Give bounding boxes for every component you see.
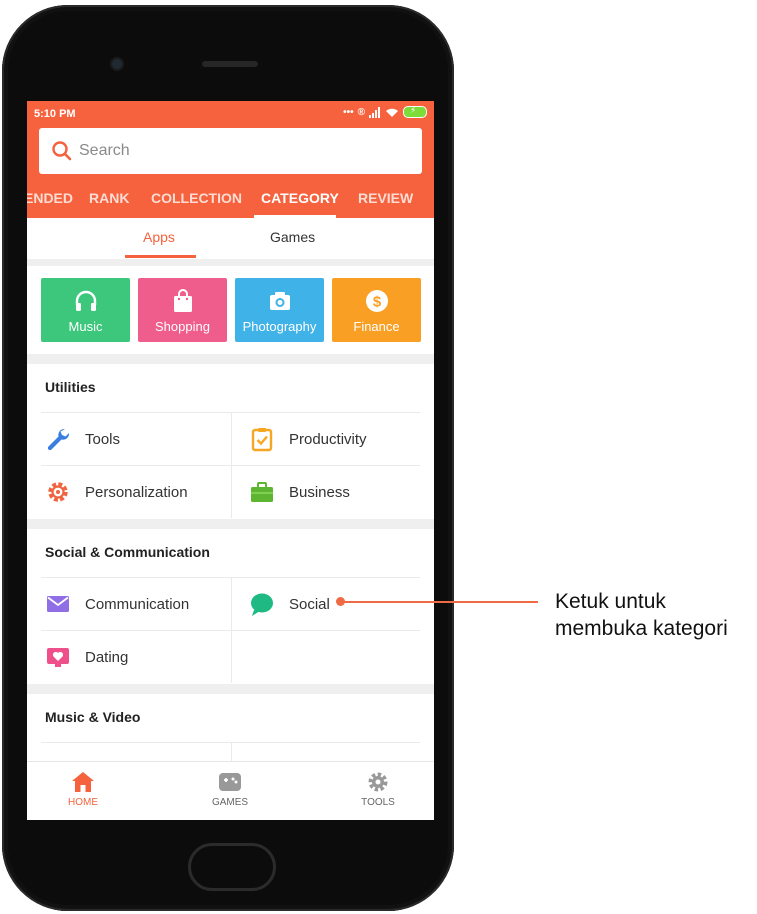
search-icon [52, 141, 72, 161]
search-placeholder: Search [79, 142, 130, 159]
shopping-bag-icon [173, 289, 192, 312]
category-label: Productivity [289, 430, 367, 448]
registered-icon: ® [357, 106, 365, 118]
category-row: Tools Productivity [41, 412, 420, 465]
callout-line-2: membuka kategori [555, 617, 728, 640]
tab-review[interactable]: REVIEW [358, 190, 413, 206]
camera-icon [269, 292, 290, 310]
callout-line-1: Ketuk untuk [555, 590, 666, 613]
gamepad-icon [219, 773, 241, 791]
dots-icon: ••• [343, 106, 354, 118]
category-business[interactable]: Business [231, 466, 420, 518]
clipboard-check-icon [251, 428, 273, 452]
category-personalization[interactable]: Personalization [41, 466, 232, 518]
category-productivity[interactable]: Productivity [231, 413, 420, 465]
tile-label: Shopping [155, 319, 210, 334]
category-dating[interactable]: Dating [41, 631, 232, 683]
tab-rank[interactable]: RANK [89, 190, 129, 206]
gear-palette-icon [48, 482, 68, 502]
status-icons: ••• ® [343, 105, 427, 118]
category-row: Dating [41, 630, 420, 683]
nav-label: GAMES [211, 797, 249, 808]
app-header: 5:10 PM ••• ® Search ENDED RANK COLLECTI… [27, 101, 434, 218]
tab-collection[interactable]: COLLECTION [151, 190, 242, 206]
dollar-icon: $ [365, 290, 388, 312]
battery-icon [403, 105, 427, 118]
search-bar[interactable]: Search [39, 128, 422, 174]
tab-recommended[interactable]: ENDED [27, 190, 73, 206]
featured-categories: Music Shopping Photography $ Finance [27, 266, 434, 354]
section-title: Utilities [45, 379, 96, 395]
tile-shopping[interactable]: Shopping [138, 278, 227, 342]
category-label: Dating [85, 648, 129, 666]
section-title: Social & Communication [45, 544, 210, 560]
section-music-video: Music & Video [27, 694, 434, 795]
tile-label: Finance [353, 319, 400, 334]
gear-icon [368, 772, 388, 792]
callout-line [344, 601, 538, 603]
category-tools[interactable]: Tools [41, 413, 232, 465]
tab-category[interactable]: CATEGORY [261, 190, 339, 206]
tile-music[interactable]: Music [41, 278, 130, 342]
category-label: Communication [85, 595, 190, 613]
top-tabs: ENDED RANK COLLECTION CATEGORY REVIEW [27, 188, 434, 218]
sub-tabs: Apps Games [27, 218, 434, 259]
active-subtab-indicator [125, 255, 196, 258]
svg-text:$: $ [372, 294, 381, 311]
tile-photography[interactable]: Photography [235, 278, 324, 342]
status-bar: 5:10 PM ••• ® [34, 105, 427, 124]
front-camera [112, 59, 122, 69]
category-row: Communication Social [41, 577, 420, 630]
tile-finance[interactable]: $ Finance [332, 278, 421, 342]
home-icon [72, 772, 94, 792]
category-label: Social [289, 595, 330, 613]
category-empty [231, 631, 420, 683]
tile-label: Photography [242, 319, 317, 334]
home-hardware-button[interactable] [188, 843, 276, 891]
section-utilities: Utilities Tools Productivity Personaliza… [27, 364, 434, 519]
app-screen: 5:10 PM ••• ® Search ENDED RANK COLLECTI… [27, 101, 434, 820]
headphones-icon [75, 290, 96, 311]
nav-tools[interactable]: TOOLS [338, 770, 418, 808]
nav-games[interactable]: GAMES [190, 770, 270, 808]
tile-label: Music [68, 319, 103, 334]
category-label: Tools [85, 430, 121, 448]
nav-label: TOOLS [361, 797, 395, 808]
bottom-navigation: HOME GAMES TOOLS [27, 761, 434, 820]
heart-screen-icon [47, 648, 69, 667]
nav-label: HOME [68, 797, 98, 808]
subtab-apps[interactable]: Apps [143, 229, 175, 245]
wifi-icon [386, 108, 398, 117]
category-label: Personalization [85, 483, 188, 501]
category-row: Personalization Business [41, 465, 420, 518]
earpiece-speaker [202, 61, 258, 67]
category-label: Business [289, 483, 350, 501]
section-title: Music & Video [45, 709, 141, 725]
briefcase-icon [251, 482, 273, 502]
envelope-icon [47, 596, 69, 612]
category-communication[interactable]: Communication [41, 578, 232, 630]
nav-home[interactable]: HOME [43, 770, 123, 808]
subtab-games[interactable]: Games [270, 229, 315, 245]
section-social-communication: Social & Communication Communication Soc… [27, 529, 434, 684]
category-social[interactable]: Social [231, 578, 420, 630]
status-time: 5:10 PM [34, 108, 76, 120]
chat-bubble-icon [251, 593, 273, 616]
callout-text: Ketuk untuk membuka kategori [555, 588, 728, 642]
wrench-icon [47, 428, 70, 451]
signal-icon [369, 106, 380, 118]
